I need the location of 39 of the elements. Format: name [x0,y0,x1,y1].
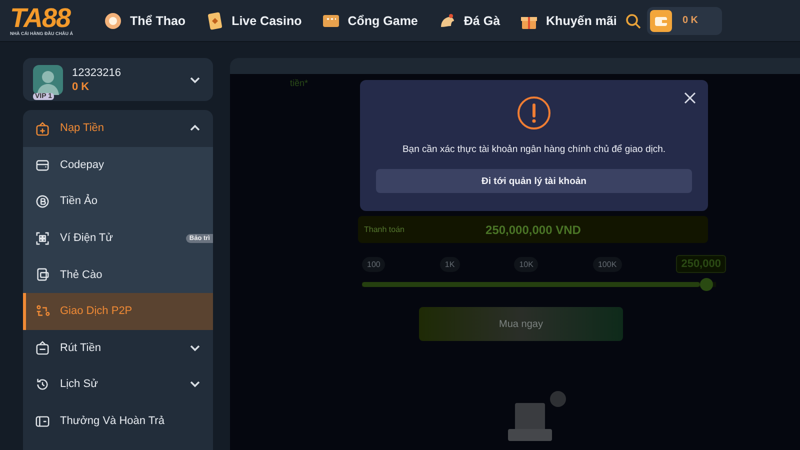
avatar-silhouette [33,64,63,94]
balance: 0 K [72,80,90,92]
nav-link[interactable]: Live Casino [206,12,302,30]
submenu-item[interactable]: Tiền Ảo [23,183,213,220]
menu-icon [35,157,50,172]
menu-item[interactable]: Thưởng Và Hoàn Trả [23,402,213,440]
menu-icon [35,414,50,429]
menu-item[interactable]: Nạp Tiền [23,110,213,147]
menu-item[interactable]: Lịch Sử [23,366,213,403]
nav-link[interactable]: Đá Gà [438,12,500,30]
menu-icon [35,376,50,392]
wallet-icon [650,10,672,32]
menu-icon [35,120,50,136]
search-icon[interactable] [625,12,642,28]
buy-button[interactable]: Mua ngay [419,307,623,341]
nav-icon [206,12,224,30]
submenu-item[interactable]: Codepay [23,146,213,184]
menu-item[interactable]: Rút Tiền [23,330,213,366]
menu-icon [35,304,50,319]
dialog-message: Bạn cần xác thực tài khoản ngân hàng chính chủ để giao dịch. [402,144,666,155]
menu-icon [35,230,50,246]
slider-thumb[interactable] [700,278,713,291]
close-button[interactable] [684,92,696,104]
submenu-item[interactable]: Thẻ Cào [23,256,213,293]
nav-link[interactable]: Khuyến mãi [520,12,617,30]
nav-icon [104,12,122,30]
menu-icon [35,340,50,356]
payment-field: Thanh toán 250,000,000 VND [358,216,708,243]
field-label: tiền* [290,78,310,88]
wallet-balance[interactable]: 0 K [647,6,722,34]
logo[interactable]: TA88 [10,5,90,31]
submenu-item[interactable]: Giao Dịch P2P [23,292,213,330]
warning-icon [517,96,551,130]
nav-link[interactable]: Thể Thao [104,12,186,30]
account-management-button[interactable]: Đi tới quản lý tài khoản [376,169,692,193]
menu-icon [35,267,50,282]
username: 12323216 [72,66,122,78]
nav-link[interactable]: Cổng Game [322,12,418,30]
menu-icon [35,194,50,209]
